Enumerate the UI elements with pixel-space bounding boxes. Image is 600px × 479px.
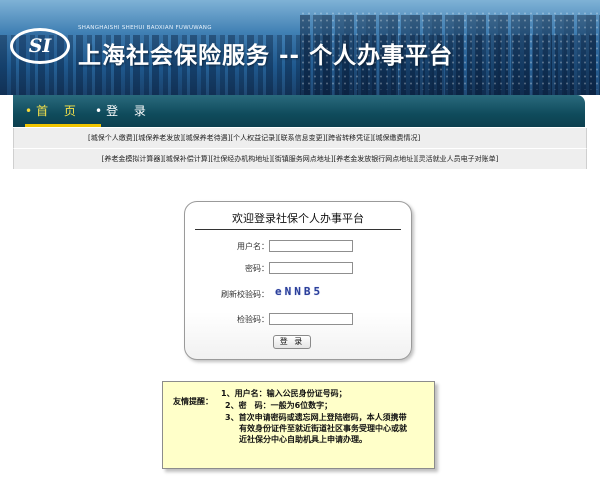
login-button[interactable]: 登 录 — [273, 335, 311, 349]
site-title: 上海社会保险服务 -- 个人办事平台 — [78, 43, 454, 69]
password-label: 密码： — [245, 264, 269, 273]
link-pension-distribution[interactable]: 城保养老发放 — [138, 134, 180, 142]
link-payment-status[interactable]: 城保缴费情况 — [376, 134, 418, 142]
main-nav: • 首 页 • 登 录 — [13, 95, 585, 127]
login-panel: 欢迎登录社保个人办事平台 用户名： 密码： 刷新校验码： eNNB5 检验码： … — [184, 201, 412, 360]
bullet-icon: • — [95, 104, 103, 118]
verify-code-input[interactable] — [269, 313, 353, 325]
link-personal-payment[interactable]: 城保个人缴费 — [91, 134, 133, 142]
link-flexible-statement[interactable]: 灵活就业人员电子对账单 — [419, 155, 496, 163]
link-pension-calculator[interactable]: 养老金模拟计算器 — [104, 155, 160, 163]
nav-home-tab[interactable]: • 首 页 — [25, 95, 101, 127]
reminder-item-3-line-3: 近社保分中心自助机具上申请办理。 — [239, 435, 367, 444]
si-logo: SI — [10, 28, 70, 64]
link-pension-benefits[interactable]: 城保养老待遇 — [186, 134, 228, 142]
link-compensation-calc[interactable]: 城保补偿计算 — [166, 155, 208, 163]
captcha-image[interactable]: eNNB5 — [275, 285, 323, 298]
nav-login-label: 登 录 — [106, 104, 152, 118]
reminder-item-3: 3、首次申请密码或遗忘网上登陆密码，本人须携带 — [225, 413, 407, 422]
username-label: 用户名： — [237, 242, 269, 251]
login-title: 欢迎登录社保个人办事平台 — [195, 210, 401, 230]
quick-links-row-1: [城保个人缴费][城保养老发放][城保养老待遇][个人权益记录][联系信息变更]… — [13, 128, 587, 148]
bullet-icon: • — [25, 104, 33, 118]
logo-text: SI — [28, 35, 52, 57]
link-bank-branches[interactable]: 养老金发放银行网点地址 — [336, 155, 413, 163]
link-contact-change[interactable]: 联系信息变更 — [281, 134, 323, 142]
verify-code-label: 检验码： — [237, 315, 269, 324]
quick-links-row-2: [养老金模拟计算器][城保补偿计算][社保经办机构地址][街镇服务网点地址][养… — [13, 148, 587, 169]
password-input[interactable] — [269, 262, 353, 274]
reminder-item-1: 1、用户名：输入公民身份证号码； — [221, 389, 347, 398]
reminder-label: 友情提醒： — [173, 397, 213, 406]
username-input[interactable] — [269, 240, 353, 252]
nav-home-label: 首 页 — [36, 104, 82, 118]
header-banner: SI SHANGHAISHI SHEHUI BAOXIAN FUWUWANG 上… — [0, 0, 600, 95]
link-office-address[interactable]: 社保经办机构地址 — [213, 155, 269, 163]
friendly-reminder: 友情提醒： 1、用户名：输入公民身份证号码； 2、密 码：一般为6位数字； 3、… — [162, 381, 435, 469]
reminder-item-3-line-2: 有效身份证件至就近街道社区事务受理中心或就 — [239, 424, 407, 433]
reminder-item-2: 2、密 码：一般为6位数字； — [225, 401, 333, 410]
site-subtitle: SHANGHAISHI SHEHUI BAOXIAN FUWUWANG — [78, 25, 212, 31]
nav-login-tab[interactable]: • 登 录 — [95, 95, 152, 127]
link-rights-record[interactable]: 个人权益记录 — [233, 134, 275, 142]
link-transfer-voucher[interactable]: 跨省转移凭证 — [328, 134, 370, 142]
link-service-points[interactable]: 街镇服务网点地址 — [275, 155, 331, 163]
refresh-captcha-label[interactable]: 刷新校验码： — [195, 289, 269, 300]
